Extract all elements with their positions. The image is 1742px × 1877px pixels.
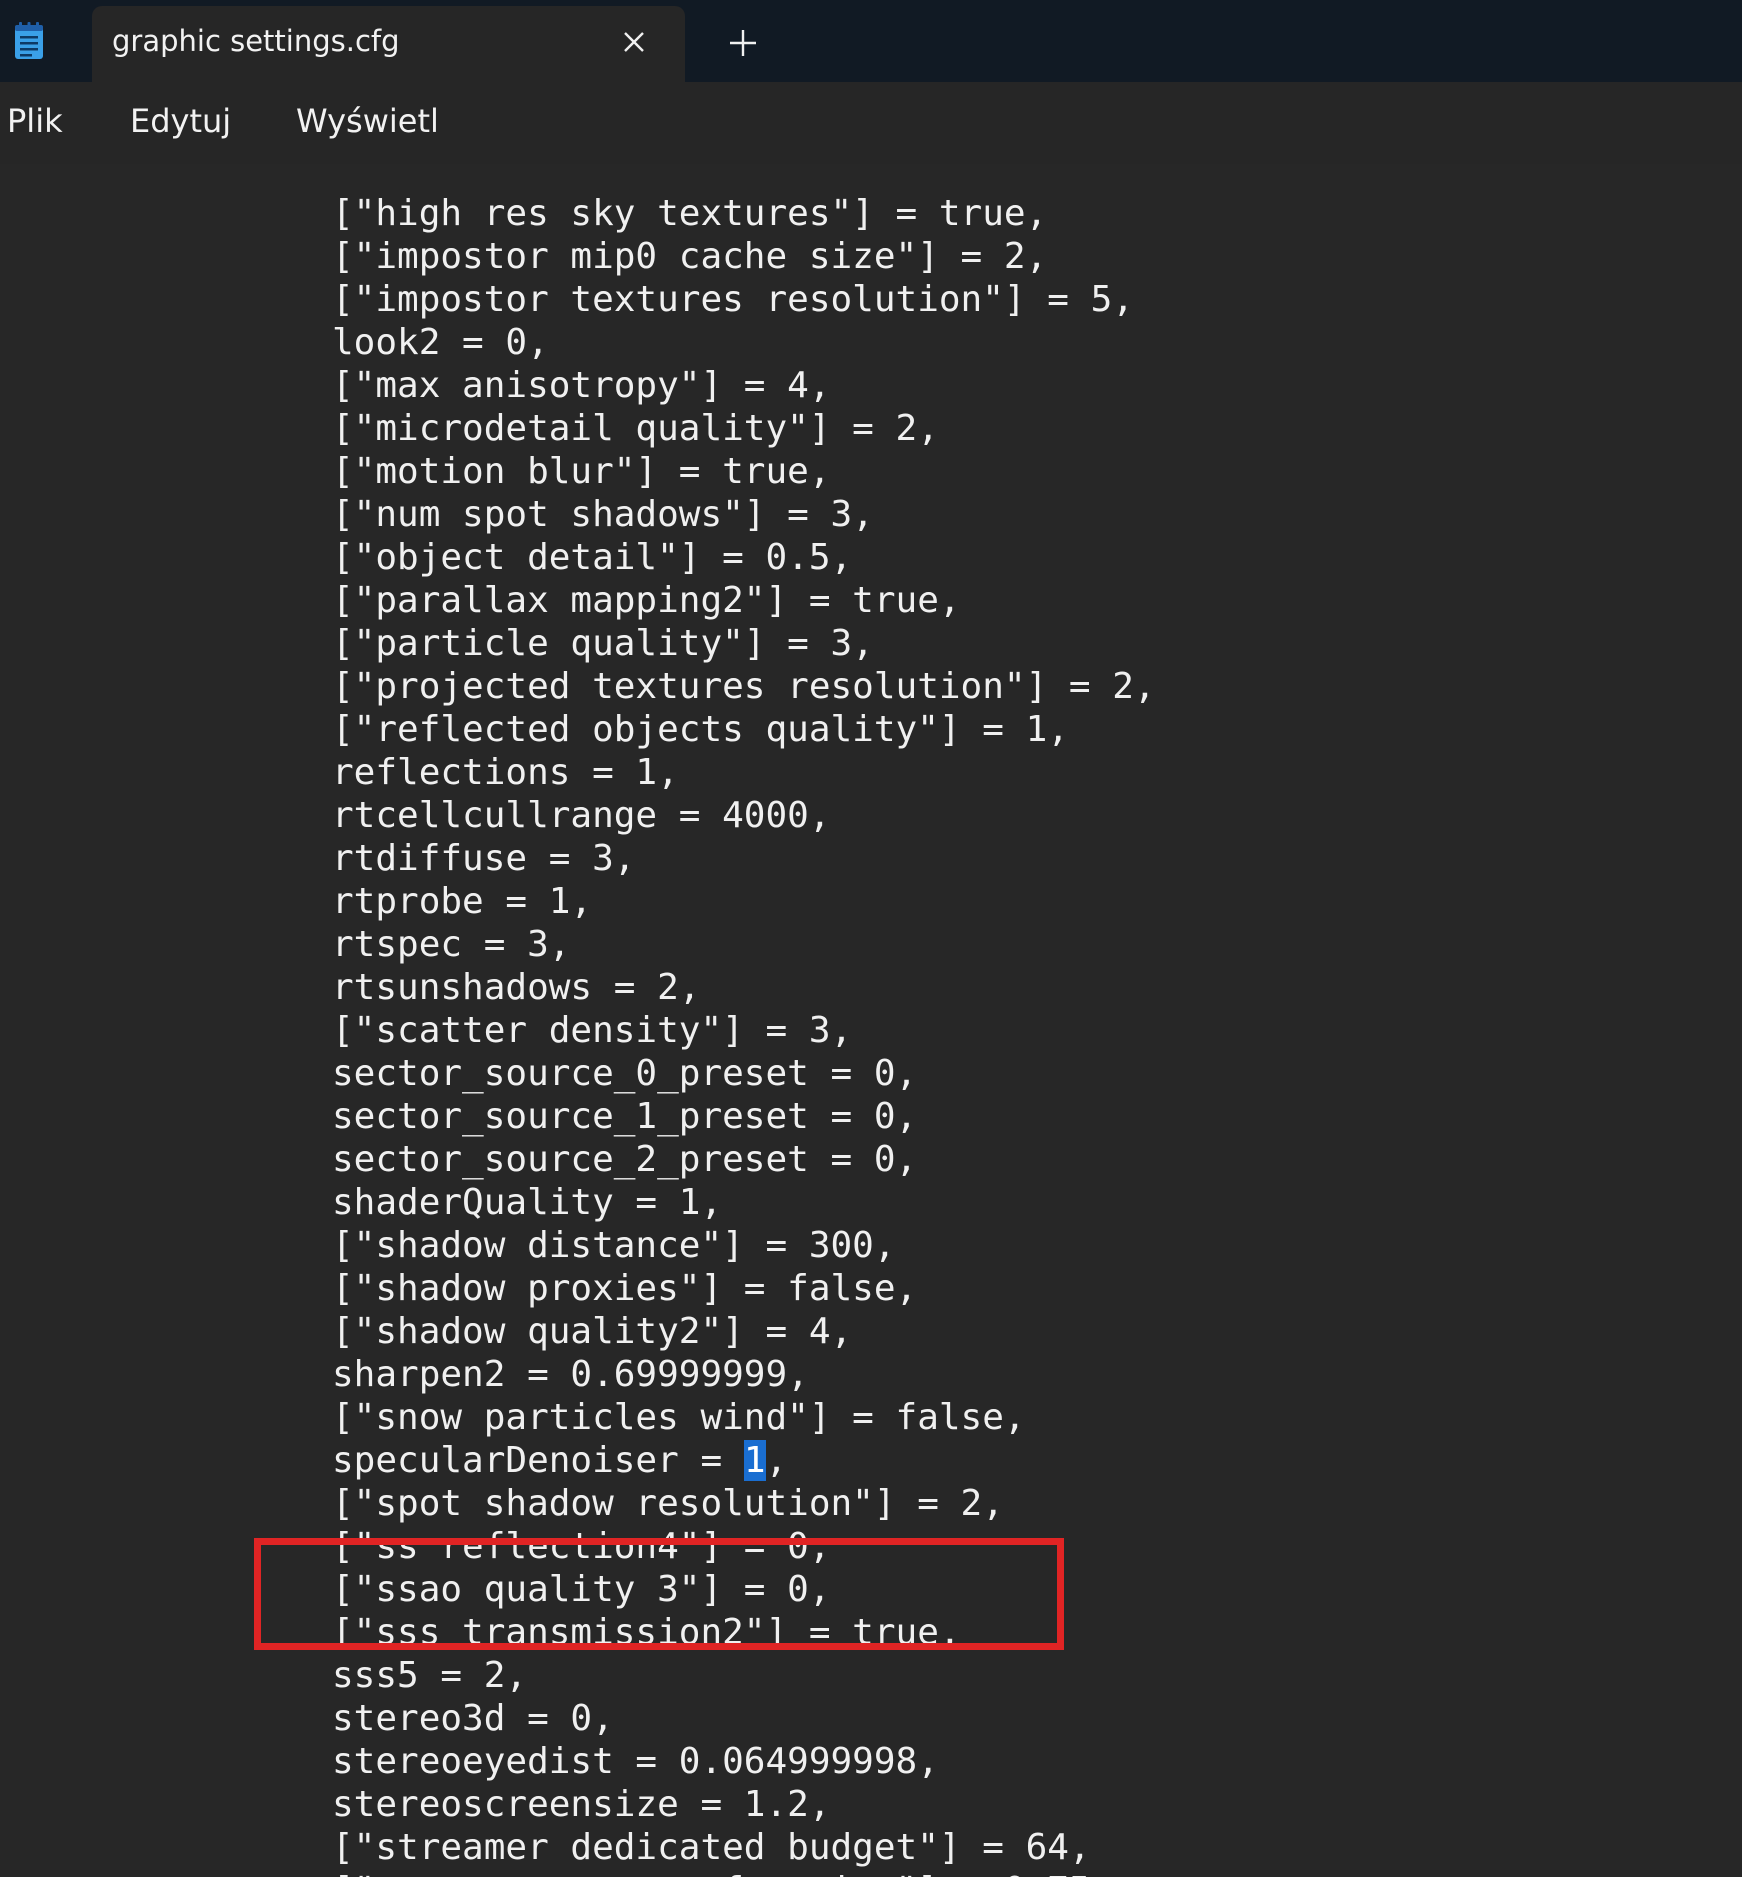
code-line: ["streamer memory fraction"] = 0.75 xyxy=(332,1869,1156,1877)
code-line-prefix: specularDenoiser = xyxy=(332,1440,744,1481)
text-editor[interactable]: ["high res sky textures"] = true, ["impos… xyxy=(0,164,1742,1877)
plus-icon[interactable] xyxy=(726,26,760,60)
code-line: ["parallax mapping2"] = true, xyxy=(332,580,961,621)
code-line: ["spot shadow resolution"] = 2, xyxy=(332,1483,1004,1524)
menu-file[interactable]: Plik xyxy=(7,102,63,140)
code-line: ["num spot shadows"] = 3, xyxy=(332,494,874,535)
code-line: ["projected textures resolution"] = 2, xyxy=(332,666,1156,707)
tab-title: graphic settings.cfg xyxy=(112,24,400,58)
code-line: sector_source_2_preset = 0, xyxy=(332,1139,918,1180)
highlight-box xyxy=(254,1538,1064,1650)
code-line: stereo3d = 0, xyxy=(332,1698,614,1739)
code-line: ["motion blur"] = true, xyxy=(332,451,831,492)
code-line: ["impostor textures resolution"] = 5, xyxy=(332,279,1134,320)
code-line: ["impostor mip0 cache size"] = 2, xyxy=(332,236,1048,277)
code-line: stereoscreensize = 1.2, xyxy=(332,1784,831,1825)
code-line: ["high res sky textures"] = true, xyxy=(332,193,1048,234)
code-line: look2 = 0, xyxy=(332,322,549,363)
code-line: rtspec = 3, xyxy=(332,924,571,965)
code-line: ["shadow quality2"] = 4, xyxy=(332,1311,853,1352)
code-line: rtsunshadows = 2, xyxy=(332,967,701,1008)
code-line-suffix: , xyxy=(765,1440,788,1481)
code-line: specularDenoiser = 1, xyxy=(332,1439,1156,1482)
code-line: ["streamer dedicated budget"] = 64, xyxy=(332,1827,1091,1868)
code-line: stereoeyedist = 0.064999998, xyxy=(332,1741,939,1782)
code-line: ["scatter density"] = 3, xyxy=(332,1010,853,1051)
code-line: ["shadow distance"] = 300, xyxy=(332,1225,896,1266)
menu-bar: Plik Edytuj Wyświetl xyxy=(0,82,1742,164)
code-line: sector_source_1_preset = 0, xyxy=(332,1096,918,1137)
code-line: rtdiffuse = 3, xyxy=(332,838,636,879)
code-line: ["microdetail quality"] = 2, xyxy=(332,408,939,449)
code-line: rtcellcullrange = 4000, xyxy=(332,795,831,836)
text-selection: 1 xyxy=(743,1440,766,1481)
tab-graphic-settings[interactable]: graphic settings.cfg xyxy=(92,6,685,82)
title-bar: graphic settings.cfg xyxy=(0,0,1742,82)
code-line: sss5 = 2, xyxy=(332,1655,528,1696)
code-line: ["shadow proxies"] = false, xyxy=(332,1268,918,1309)
code-line: ["object detail"] = 0.5, xyxy=(332,537,853,578)
code-line: reflections = 1, xyxy=(332,752,679,793)
menu-view[interactable]: Wyświetl xyxy=(296,102,439,140)
close-icon[interactable] xyxy=(618,26,650,58)
code-line: ["snow particles wind"] = false, xyxy=(332,1397,1026,1438)
code-line: sharpen2 = 0.69999999, xyxy=(332,1354,809,1395)
code-line: shaderQuality = 1, xyxy=(332,1182,723,1223)
code-line: ["reflected objects quality"] = 1, xyxy=(332,709,1069,750)
code-line: rtprobe = 1, xyxy=(332,881,593,922)
code-line: ["max anisotropy"] = 4, xyxy=(332,365,831,406)
menu-edit[interactable]: Edytuj xyxy=(130,102,231,140)
notepad-app-icon xyxy=(15,22,43,59)
code-line: ["particle quality"] = 3, xyxy=(332,623,874,664)
code-line: sector_source_0_preset = 0, xyxy=(332,1053,918,1094)
